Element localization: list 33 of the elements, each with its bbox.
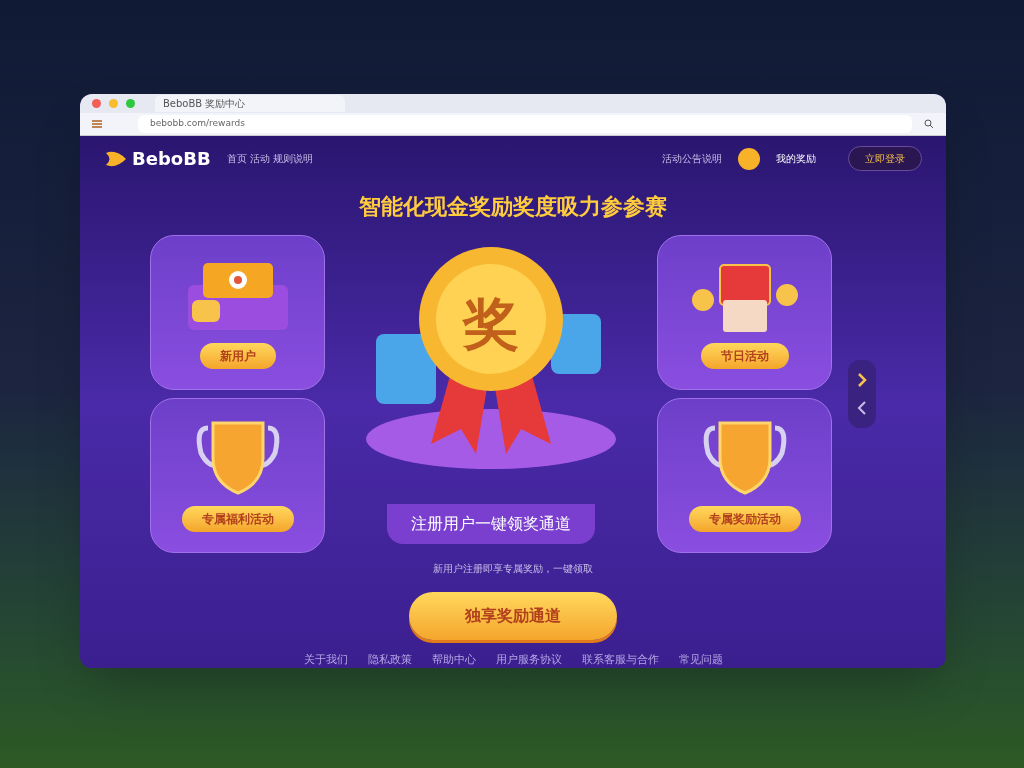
reward-card[interactable]: 专属奖励活动: [657, 397, 832, 553]
footer-link[interactable]: 隐私政策: [367, 651, 412, 668]
medal-character: 奖: [463, 289, 519, 358]
browser-tab[interactable]: BeboBB 奖励中心: [155, 95, 345, 113]
card-label-button[interactable]: 专属福利活动: [181, 506, 294, 532]
page-title: 智能化现金奖励奖度吸力参参赛: [359, 192, 667, 221]
reward-card[interactable]: 新用户: [150, 234, 325, 390]
menu-icon[interactable]: [92, 119, 102, 128]
close-icon[interactable]: [92, 99, 101, 109]
notice-text: 活动公告说明: [662, 152, 722, 166]
reward-card[interactable]: 节日活动: [657, 234, 832, 390]
account-link[interactable]: 我的奖励: [776, 151, 816, 166]
stage-label: 注册用户一键领奖通道: [387, 503, 595, 544]
footer-link[interactable]: 帮助中心: [431, 651, 476, 668]
description-text: 新用户注册即享专属奖励，一键领取: [433, 561, 593, 576]
maximize-icon[interactable]: [126, 99, 135, 109]
card-label-button[interactable]: 新用户: [199, 343, 276, 369]
search-icon[interactable]: [924, 118, 934, 129]
address-field[interactable]: bebobb.com/rewards: [138, 115, 912, 133]
footer-link[interactable]: 关于我们: [303, 651, 348, 668]
card-label-button[interactable]: 节日活动: [700, 343, 789, 369]
chevron-right-icon[interactable]: [856, 371, 868, 388]
card-label-button[interactable]: 专属奖励活动: [688, 506, 801, 532]
reward-card[interactable]: 专属福利活动: [150, 397, 325, 553]
login-button[interactable]: 立即登录: [848, 146, 922, 171]
cta-button[interactable]: 独享奖励通道: [409, 591, 617, 640]
chevron-left-icon[interactable]: [856, 399, 868, 416]
footer-link[interactable]: 常见问题: [678, 651, 723, 668]
coin-icon: [738, 147, 760, 170]
nav-links[interactable]: 首页 活动 规则说明: [226, 151, 313, 166]
footer-link[interactable]: 联系客服与合作: [581, 651, 659, 668]
brand-logo[interactable]: BeboBB: [132, 145, 211, 172]
footer-link[interactable]: 用户服务协议: [495, 651, 562, 668]
